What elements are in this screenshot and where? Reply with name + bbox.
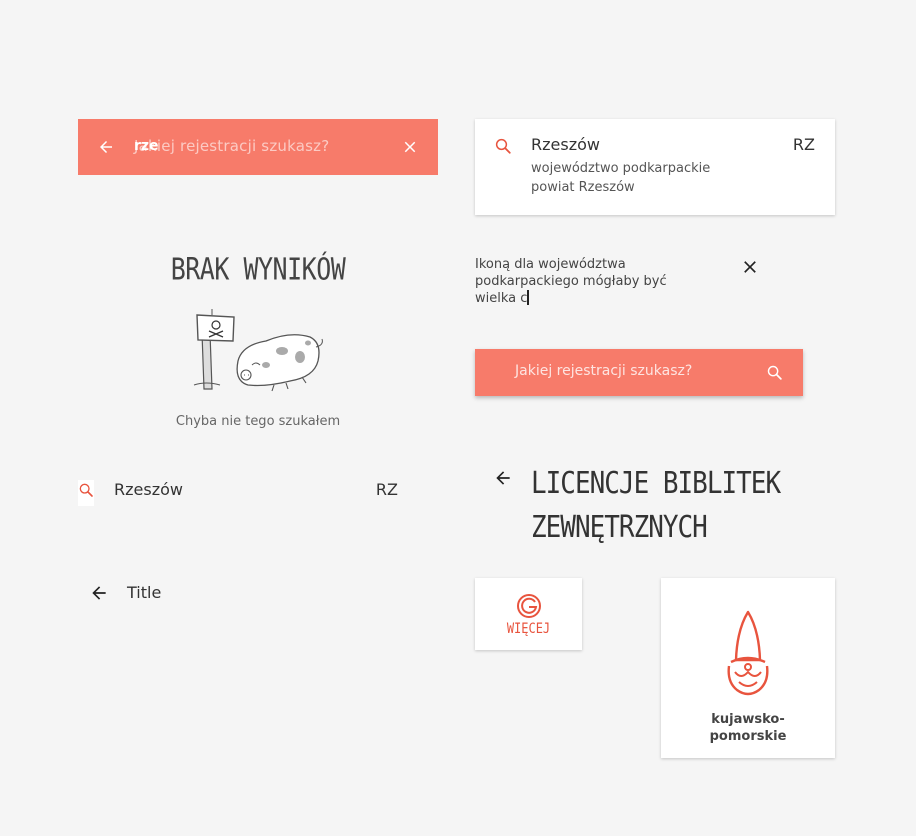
- voivodeship-card[interactable]: kujawsko- pomorskie: [661, 578, 835, 758]
- close-icon: [744, 261, 756, 273]
- note-text[interactable]: Ikoną dla województwa podkarpackiego móg…: [475, 256, 705, 307]
- search-icon: [495, 138, 511, 154]
- active-search-bar: Jakiej rejestracji szukasz? rze: [78, 119, 438, 175]
- back-button[interactable]: [78, 119, 134, 175]
- no-results-subtitle: Chyba nie tego szukałem: [175, 414, 341, 429]
- flat-result-code: RZ: [375, 480, 398, 499]
- no-results-illustration: [190, 305, 325, 397]
- voivodeship-name-line2: pomorskie: [709, 729, 787, 744]
- licenses-title-line1: LICENCJE BIBLITEK: [531, 466, 781, 502]
- licenses-title-line2: ZEWNĘTRZNYCH: [531, 510, 708, 545]
- page-title: Title: [127, 583, 162, 602]
- result-city: Rzeszów: [531, 135, 600, 154]
- result-county: powiat Rzeszów: [531, 180, 635, 195]
- voivodeship-name: kujawsko- pomorskie: [661, 711, 835, 745]
- text-caret: [527, 290, 529, 305]
- arrow-back-icon: [92, 586, 106, 600]
- search-typed-value: rze: [134, 138, 159, 154]
- more-card[interactable]: WIĘCEJ: [475, 578, 582, 650]
- result-code: RZ: [792, 135, 815, 154]
- search-icon: [79, 483, 93, 497]
- collapsed-search-bar[interactable]: Jakiej rejestracji szukasz?: [475, 349, 803, 396]
- no-results-title: BRAK WYNIKÓW: [170, 252, 346, 287]
- licenses-title: LICENCJE BIBLITEK ZEWNĘTRZNYCH: [531, 462, 831, 549]
- result-card[interactable]: Rzeszów RZ województwo podkarpackie powi…: [475, 119, 835, 215]
- voivodeship-name-line1: kujawsko-: [711, 712, 785, 727]
- arrow-back-icon: [100, 141, 112, 153]
- search-placeholder: Jakiej rejestracji szukasz?: [515, 363, 693, 379]
- more-label: WIĘCEJ: [506, 619, 551, 637]
- flat-result-city: Rzeszów: [114, 480, 183, 499]
- result-voivodeship: województwo podkarpackie: [531, 161, 711, 176]
- licenses-back-button[interactable]: [493, 468, 513, 492]
- search-icon-wrap: [78, 480, 94, 506]
- note-content: Ikoną dla województwa podkarpackiego móg…: [475, 257, 667, 306]
- search-input[interactable]: Jakiej rejestracji szukasz? rze: [134, 119, 382, 175]
- clear-button[interactable]: [382, 119, 438, 175]
- search-icon: [767, 365, 782, 380]
- note-close-button[interactable]: [740, 257, 760, 281]
- title-back-button[interactable]: [89, 583, 109, 607]
- close-icon: [404, 141, 416, 153]
- arrow-back-icon: [496, 471, 510, 485]
- search-placeholder: Jakiej rejestracji szukasz?: [134, 137, 330, 155]
- gnome-icon: [727, 610, 769, 696]
- g-logo-icon: [517, 594, 541, 618]
- flat-result-row[interactable]: Rzeszów RZ: [78, 476, 398, 506]
